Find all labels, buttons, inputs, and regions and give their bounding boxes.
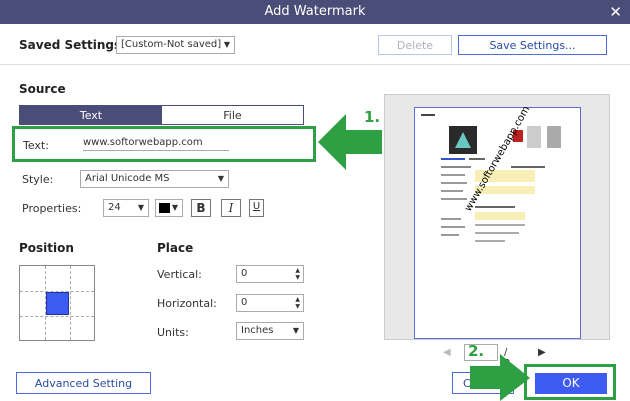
style-label: Style: — [22, 173, 54, 186]
window-title: Add Watermark — [264, 4, 366, 19]
font-size-value: 24 — [108, 202, 121, 213]
horizontal-stepper[interactable]: 0 ▲ ▼ — [236, 294, 304, 312]
style-value: Arial Unicode MS — [85, 173, 170, 184]
chevron-down-icon: ▼ — [223, 40, 230, 49]
ok-button[interactable]: OK — [535, 373, 607, 394]
vertical-value: 0 — [241, 268, 248, 279]
close-icon[interactable]: ✕ — [609, 3, 622, 21]
horizontal-label: Horizontal: — [157, 297, 217, 310]
next-page-icon[interactable]: ▶ — [538, 347, 546, 358]
text-input[interactable]: www.softorwebapp.com — [83, 137, 229, 151]
tab-text[interactable]: Text — [20, 106, 162, 124]
tab-file[interactable]: File — [162, 106, 303, 124]
save-settings-button[interactable]: Save Settings... — [458, 35, 607, 55]
stepper-down-icon[interactable]: ▼ — [295, 274, 300, 281]
arrow-left-icon — [318, 114, 382, 170]
source-heading: Source — [19, 82, 66, 96]
page-thumbnail — [421, 114, 561, 242]
font-size-select[interactable]: 24 ▼ — [103, 199, 149, 217]
saved-settings-value: [Custom-Not saved] — [121, 39, 222, 50]
prev-page-icon[interactable]: ◀ — [443, 347, 451, 358]
style-select[interactable]: Arial Unicode MS ▼ — [80, 170, 229, 188]
stepper-down-icon[interactable]: ▼ — [295, 303, 300, 310]
stepper-up-icon[interactable]: ▲ — [295, 267, 300, 274]
stepper-up-icon[interactable]: ▲ — [295, 296, 300, 303]
saved-settings-select[interactable]: [Custom-Not saved] ▼ — [116, 36, 235, 54]
grid-line — [20, 316, 94, 317]
units-select[interactable]: Inches ▼ — [236, 322, 304, 340]
ok-highlight: OK — [524, 364, 616, 400]
vertical-label: Vertical: — [157, 268, 202, 281]
position-cell-center[interactable] — [46, 292, 69, 315]
grid-line — [70, 266, 71, 340]
advanced-setting-button[interactable]: Advanced Setting — [16, 372, 151, 394]
underline-button[interactable]: U — [249, 199, 264, 217]
horizontal-value: 0 — [241, 297, 248, 308]
chevron-down-icon: ▼ — [217, 174, 224, 183]
properties-label: Properties: — [22, 202, 82, 215]
position-grid[interactable] — [19, 265, 95, 341]
preview-page: www.softorwebapp.com — [414, 104, 581, 339]
bold-button[interactable]: B — [191, 199, 211, 217]
color-picker[interactable]: ▼ — [155, 199, 183, 217]
text-label: Text: — [23, 139, 49, 152]
color-swatch — [159, 203, 170, 213]
arrow-right-icon — [470, 354, 530, 401]
text-field-highlight: Text: www.softorwebapp.com — [12, 126, 316, 162]
units-value: Inches — [241, 325, 274, 336]
chevron-down-icon: ▼ — [171, 203, 178, 212]
divider — [0, 64, 630, 65]
preview-pane: www.softorwebapp.com — [384, 94, 610, 340]
place-heading: Place — [157, 241, 194, 255]
vertical-stepper[interactable]: 0 ▲ ▼ — [236, 265, 304, 283]
position-heading: Position — [19, 241, 74, 255]
italic-button[interactable]: I — [221, 199, 241, 217]
chevron-down-icon: ▼ — [292, 326, 299, 335]
title-bar: Add Watermark ✕ — [0, 0, 630, 24]
units-label: Units: — [157, 326, 189, 339]
saved-settings-label: Saved Settings: — [19, 38, 126, 52]
source-tabs: Text File — [19, 105, 304, 125]
chevron-down-icon: ▼ — [137, 203, 144, 212]
delete-button[interactable]: Delete — [378, 35, 452, 55]
